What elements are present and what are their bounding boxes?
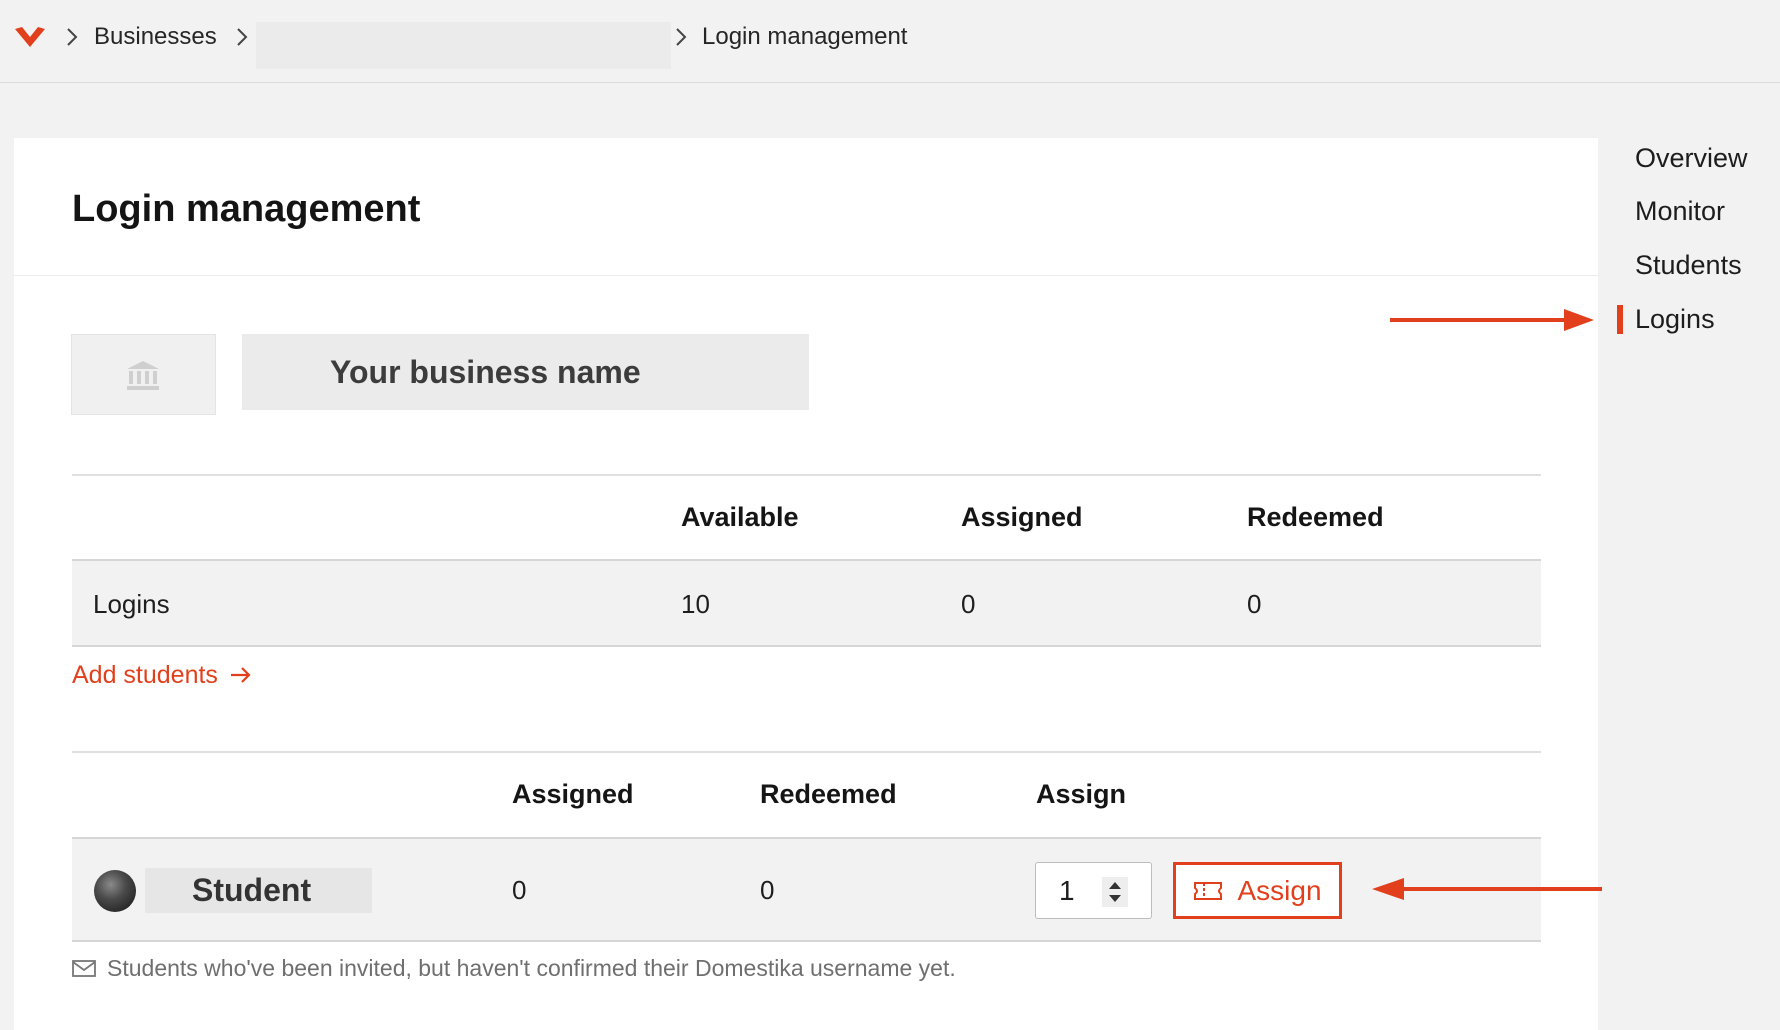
envelope-icon bbox=[72, 959, 96, 977]
spin-buttons[interactable] bbox=[1102, 877, 1128, 907]
divider bbox=[14, 275, 1598, 276]
active-indicator bbox=[1617, 305, 1623, 334]
column-header-available: Available bbox=[681, 502, 799, 532]
annotation-arrow-left bbox=[1372, 878, 1602, 900]
column-header-assigned: Assigned bbox=[961, 502, 1083, 532]
cell-redeemed: 0 bbox=[760, 875, 775, 905]
annotation-arrow-right bbox=[1390, 309, 1594, 331]
column-header-assigned: Assigned bbox=[512, 779, 634, 809]
spin-down-icon[interactable] bbox=[1109, 895, 1121, 902]
business-name: Your business name bbox=[242, 334, 809, 410]
breadcrumb-login-management: Login management bbox=[702, 23, 908, 50]
table-top-border bbox=[72, 751, 1541, 753]
main-card: Login management Your business name Avai… bbox=[14, 138, 1598, 1030]
avatar bbox=[94, 870, 136, 912]
sidenav-item-logins[interactable]: Logins bbox=[1635, 302, 1715, 336]
business-logo bbox=[71, 334, 216, 415]
cell-available: 10 bbox=[681, 589, 710, 619]
breadcrumb-bar: Businesses Login management bbox=[0, 0, 1780, 83]
cell-assigned: 0 bbox=[512, 875, 527, 905]
pending-invites-note: Students who've been invited, but haven'… bbox=[72, 954, 956, 982]
cell-redeemed: 0 bbox=[1247, 589, 1262, 619]
footnote-text: Students who've been invited, but haven'… bbox=[107, 955, 956, 981]
chevron-right-icon bbox=[676, 28, 687, 46]
breadcrumb-businesses[interactable]: Businesses bbox=[94, 22, 217, 52]
page-title: Login management bbox=[72, 188, 421, 230]
domestika-logo-icon[interactable] bbox=[13, 25, 47, 49]
add-students-label: Add students bbox=[72, 661, 218, 689]
bank-icon bbox=[127, 361, 159, 390]
chevron-right-icon bbox=[237, 28, 248, 46]
breadcrumb-business-redacted[interactable] bbox=[256, 22, 671, 69]
assign-button-label: Assign bbox=[1237, 875, 1322, 906]
ticket-icon bbox=[1194, 881, 1223, 900]
chevron-right-icon bbox=[67, 28, 78, 46]
sidenav-item-monitor[interactable]: Monitor bbox=[1635, 194, 1725, 228]
add-students-link[interactable]: Add students bbox=[72, 659, 252, 691]
spin-up-icon[interactable] bbox=[1109, 882, 1121, 889]
column-header-redeemed: Redeemed bbox=[1247, 502, 1384, 532]
student-name: Student bbox=[145, 868, 372, 913]
table-row: Logins 10 0 0 bbox=[72, 559, 1541, 647]
sidenav-item-overview[interactable]: Overview bbox=[1635, 141, 1748, 175]
assign-button[interactable]: Assign bbox=[1173, 862, 1342, 919]
cell-assigned: 0 bbox=[961, 589, 976, 619]
arrow-right-icon bbox=[230, 667, 251, 683]
quantity-value[interactable]: 1 bbox=[1059, 875, 1075, 907]
column-header-redeemed: Redeemed bbox=[760, 779, 897, 809]
table-top-border bbox=[72, 474, 1541, 476]
sidenav-item-students[interactable]: Students bbox=[1635, 248, 1742, 282]
row-label-logins: Logins bbox=[93, 589, 170, 619]
column-header-assign: Assign bbox=[1036, 779, 1127, 809]
quantity-stepper[interactable]: 1 bbox=[1035, 862, 1152, 919]
